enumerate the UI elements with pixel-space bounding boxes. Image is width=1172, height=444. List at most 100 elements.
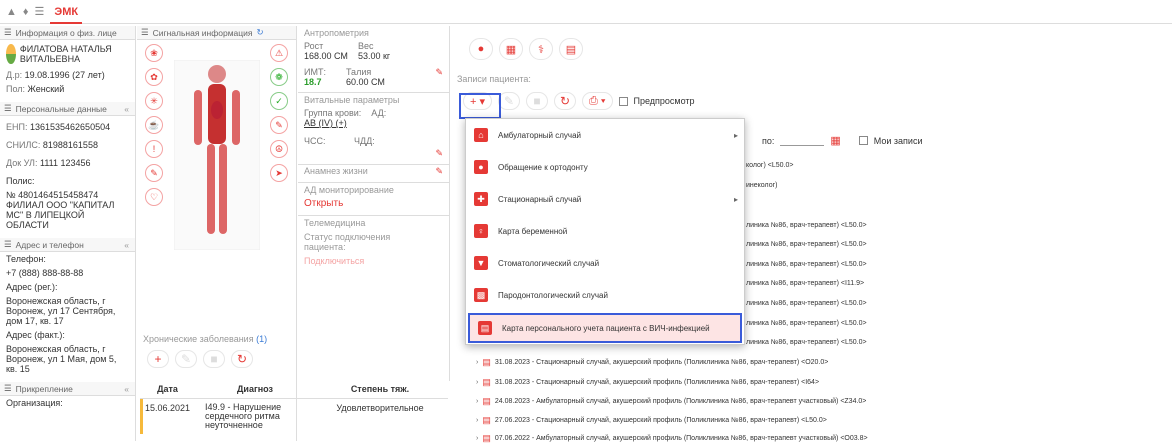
stethoscope-icon[interactable]: ✿ (145, 68, 163, 86)
menu-item-dental[interactable]: ▼ Стоматологический случай (466, 247, 744, 279)
collapse-icon[interactable]: « (124, 104, 129, 114)
table-header: Дата Диагноз Степень тяж. (140, 380, 448, 399)
list-item[interactable]: линика №86, врач-терапевт) <L50.0> (746, 222, 867, 229)
refresh-icon[interactable]: ↻ (231, 350, 253, 368)
house-icon: ⌂ (474, 128, 488, 142)
top-bar: ▲ ♦ ☰ ЭМК (0, 0, 1172, 24)
chronic-panel: Хронические заболевания (1) + ✎ ■ ↻ (137, 332, 296, 372)
col-diag: Диагноз (237, 384, 273, 394)
person-icon[interactable]: ● (469, 38, 493, 60)
pregnant-icon: ♀ (474, 224, 488, 238)
addr-fact-label: Адрес (факт.): (6, 330, 65, 340)
document-icon: ▤ (482, 396, 491, 406)
brain-icon[interactable]: ❀ (145, 44, 163, 62)
menu-item-periodontal[interactable]: ▩ Пародонтологический случай (466, 279, 744, 311)
syringe-icon[interactable]: ✎ (270, 116, 288, 134)
collapse-icon[interactable]: « (124, 240, 129, 250)
table-row[interactable]: 15.06.2021 I49.9 - Нарушение сердечного … (140, 399, 448, 434)
check-icon[interactable]: ✓ (270, 92, 288, 110)
document-icon: ▤ (482, 357, 491, 367)
phone-value: +7 (888) 888-88-88 (6, 268, 84, 278)
list-item[interactable]: линика №86, врач-терапевт) <L50.0> (746, 241, 867, 248)
chevron-right-icon: ▸ (733, 194, 738, 204)
tree-icon[interactable]: ▦ (499, 38, 523, 60)
open-link[interactable]: Открыть (298, 197, 449, 211)
list-item[interactable]: › ▤ 31.08.2023 - Стационарный случай, акуш… (476, 357, 828, 368)
print-button[interactable]: ⎙ ▾ (582, 92, 613, 110)
view-toolbar: ● ▦ ⚕ ▤ (451, 26, 1172, 72)
cup-icon[interactable]: ☕ (145, 116, 163, 134)
connect-link[interactable]: Подключиться (298, 254, 449, 268)
date-to-input[interactable] (780, 136, 825, 146)
user-icon[interactable]: ▲ (6, 6, 17, 18)
list-item[interactable]: › ▤ 31.08.2023 - Стационарный случай, акуш… (476, 377, 819, 388)
anthro-panel: Антропометрия Рост 168.00 СМ Вес 53.00 кг И… (298, 26, 449, 93)
calendar-icon[interactable]: ▦ (830, 134, 840, 147)
list-item[interactable]: › ▤ 07.06.2022 - Амбулаторный случай, акуш… (476, 433, 868, 444)
chronic-table: Дата Диагноз Степень тяж. 15.06.2021 I49… (140, 380, 448, 434)
list-item[interactable]: инеколог) (746, 182, 778, 189)
telemed-panel: Телемедицина Статус подключения пациента… (298, 216, 449, 268)
hospital-icon: ✚ (474, 192, 488, 206)
list-item[interactable]: линика №86, врач-терапевт) <L50.0> (746, 300, 867, 307)
collapse-icon[interactable]: « (124, 384, 129, 394)
address-header[interactable]: ☰ Адрес и телефон « (0, 238, 135, 252)
refresh-icon[interactable]: ↻ (257, 27, 264, 38)
addr-reg-label: Адрес (рег.): (6, 282, 58, 292)
policy-value: № 4801464515458474 ФИЛИАЛ ООО "КАПИТАЛ М… (6, 190, 115, 230)
anamnesis-panel: Анамнез жизни ✎ (298, 165, 449, 183)
add-icon[interactable]: + (147, 350, 169, 368)
list-item[interactable]: линика №86, врач-терапевт) <L50.0> (746, 261, 867, 268)
virus-icon[interactable]: ✳ (145, 92, 163, 110)
menu-icon: ☰ (141, 27, 149, 37)
list-item[interactable]: › ▤ 27.06.2023 - Стационарный случай, акуш… (476, 415, 827, 426)
personal-header[interactable]: ☰ Персональные данные « (0, 102, 135, 116)
edit-icon[interactable]: ✎ (435, 148, 443, 159)
menu-item-pregnancy[interactable]: ♀ Карта беременной (466, 215, 744, 247)
refresh-icon[interactable]: ↻ (554, 92, 577, 110)
gums-icon: ▩ (474, 288, 488, 302)
info-header[interactable]: ☰ Информация о физ. лице (0, 26, 135, 40)
list-item[interactable]: колог) <L50.0> (746, 162, 793, 169)
list-item[interactable]: линика №86, врач-терапевт) <I11.9> (746, 280, 864, 287)
preview-checkbox[interactable] (618, 96, 628, 106)
edit-icon[interactable]: ✎ (175, 350, 197, 368)
col-severity: Степень тяж. (350, 384, 410, 394)
records-label: Записи пациента: (457, 74, 531, 84)
pen-icon[interactable]: ✎ (145, 164, 163, 182)
figure-icon[interactable]: ☮ (270, 140, 288, 158)
menu-item-ambulatory[interactable]: ⌂ Амбулаторный случай ▸ (466, 119, 744, 151)
attach-header[interactable]: ☰ Прикрепление « (0, 382, 135, 396)
doctor-icon[interactable]: ⚕ (529, 38, 553, 60)
menu-item-hiv-card[interactable]: ▤ Карта персонального учета пациента с ВИ… (468, 313, 742, 343)
menu-item-orthodontist[interactable]: ● Обращение к ортодонту (466, 151, 744, 183)
warning-icon[interactable]: ! (145, 140, 163, 158)
edit-icon[interactable]: ✎ (435, 67, 443, 87)
my-records-checkbox[interactable] (858, 136, 868, 145)
list-item[interactable]: › ▤ 24.08.2023 - Амбулаторный случай, акуш… (476, 396, 866, 407)
list-item[interactable]: линика №86, врач-терапевт) <L50.0> (746, 339, 867, 346)
col-date: Дата (157, 384, 178, 394)
delete-icon[interactable]: ■ (526, 92, 549, 110)
patient-column: ☰ Информация о физ. лице ФИЛАТОВА НАТАЛЬЯ… (0, 26, 136, 441)
bell-icon[interactable]: ♦ (23, 6, 29, 18)
list-item[interactable]: линика №86, врач-терапевт) <L50.0> (746, 320, 867, 327)
heart-icon[interactable]: ♡ (145, 188, 163, 206)
alarm-icon[interactable]: ⚠ (270, 44, 288, 62)
edit-icon[interactable]: ✎ (498, 92, 521, 110)
document-icon: ▤ (482, 433, 491, 443)
send-icon[interactable]: ➤ (270, 164, 288, 182)
bacteria-icon[interactable]: ❁ (270, 68, 288, 86)
document-icon: ▤ (478, 321, 492, 335)
menu-icon[interactable]: ☰ (35, 5, 45, 18)
app-title-tab[interactable]: ЭМК (50, 0, 83, 24)
addr-fact-value: Воронежская область, г Воронеж, ул 1 Мая… (6, 344, 117, 374)
ad-monitor-panel: АД мониторирование Открыть (298, 183, 449, 216)
delete-icon[interactable]: ■ (203, 350, 225, 368)
edit-icon[interactable]: ✎ (435, 166, 443, 177)
chevron-right-icon: ▸ (733, 130, 738, 140)
chart-icon[interactable]: ▤ (559, 38, 583, 60)
records-toolbar: + ▾ ✎ ■ ↻ ⎙ ▾ Предпросмотр (451, 86, 1172, 116)
head-icon: ● (474, 160, 488, 174)
menu-item-inpatient[interactable]: ✚ Стационарный случай ▸ (466, 183, 744, 215)
